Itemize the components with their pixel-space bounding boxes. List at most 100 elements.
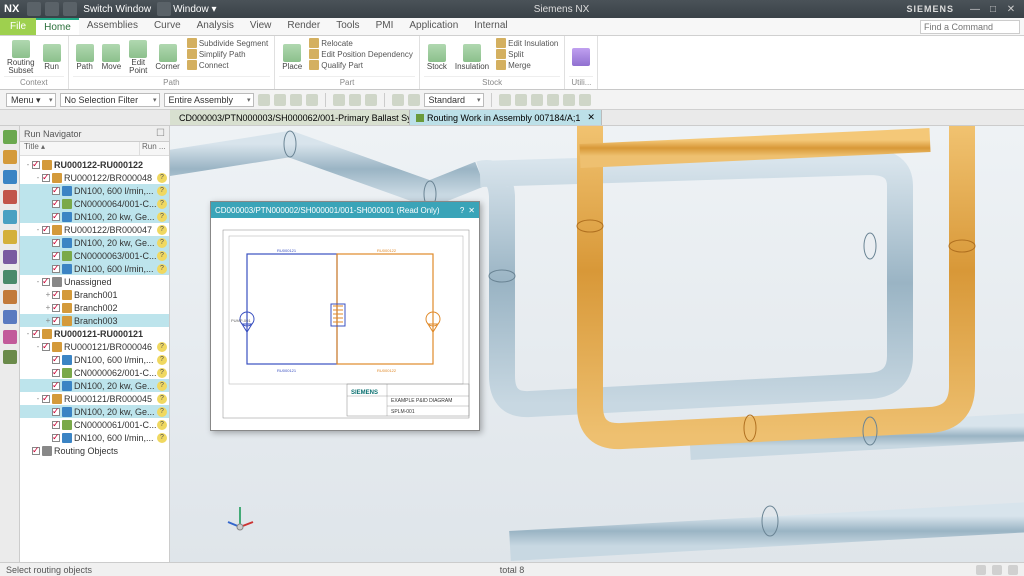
- quickbar-icon[interactable]: [392, 94, 404, 106]
- menu-tab-curve[interactable]: Curve: [146, 18, 189, 35]
- menu-tab-render[interactable]: Render: [279, 18, 328, 35]
- window-menu[interactable]: Window ▾: [173, 4, 216, 15]
- side-tool-icon[interactable]: [3, 310, 17, 324]
- menu-tab-application[interactable]: Application: [401, 18, 466, 35]
- tree-row[interactable]: DN100, 600 l/min,...?: [20, 262, 169, 275]
- tree-row[interactable]: +Branch003: [20, 314, 169, 327]
- ribbon-split-button[interactable]: Split: [494, 49, 560, 59]
- side-tool-icon[interactable]: [3, 190, 17, 204]
- quickbar-icon[interactable]: [290, 94, 302, 106]
- status-icon[interactable]: [1008, 565, 1018, 575]
- ribbon-routing-subset-button[interactable]: Routing Subset: [4, 38, 38, 76]
- menu-tab-analysis[interactable]: Analysis: [189, 18, 242, 35]
- standard-dropdown[interactable]: Standard: [424, 93, 484, 107]
- pid-help-icon[interactable]: ?: [460, 206, 464, 215]
- ribbon-insulation-button[interactable]: Insulation: [452, 38, 492, 76]
- tree-row[interactable]: -RU000121/BR000046?: [20, 340, 169, 353]
- tree-row[interactable]: CN0000061/001-C...?: [20, 418, 169, 431]
- tree-row[interactable]: DN100, 20 kw, Ge...?: [20, 405, 169, 418]
- ribbon-utilities-button[interactable]: [569, 38, 593, 76]
- quickbar-icon[interactable]: [563, 94, 575, 106]
- tree-row[interactable]: -Unassigned: [20, 275, 169, 288]
- tab-close-icon[interactable]: ✕: [587, 112, 595, 123]
- assembly-dropdown[interactable]: Entire Assembly: [164, 93, 254, 107]
- maximize-icon[interactable]: □: [984, 4, 1002, 15]
- tree-row[interactable]: Routing Objects: [20, 444, 169, 457]
- side-tool-icon[interactable]: [3, 350, 17, 364]
- tree-row[interactable]: -RU000122/BR000047?: [20, 223, 169, 236]
- viewport-3d[interactable]: CD000003/PTN000002/SH000001/001-SH000001…: [170, 126, 1024, 562]
- pid-window[interactable]: CD000003/PTN000002/SH000001/001-SH000001…: [210, 201, 480, 431]
- quickbar-icon[interactable]: [579, 94, 591, 106]
- tree-row[interactable]: CN0000062/001-C...?: [20, 366, 169, 379]
- tree-row[interactable]: DN100, 20 kw, Ge...?: [20, 210, 169, 223]
- nav-col-title[interactable]: Title ▴: [20, 142, 139, 155]
- menu-tab-home[interactable]: Home: [36, 18, 79, 35]
- nav-col-run[interactable]: Run ...: [139, 142, 169, 155]
- menu-tab-assemblies[interactable]: Assemblies: [79, 18, 146, 35]
- menu-tab-view[interactable]: View: [242, 18, 280, 35]
- ribbon-corner-button[interactable]: Corner: [152, 38, 182, 76]
- titlebar-icon[interactable]: [63, 2, 77, 16]
- quickbar-icon[interactable]: [547, 94, 559, 106]
- pid-titlebar[interactable]: CD000003/PTN000002/SH000001/001-SH000001…: [211, 202, 479, 218]
- side-tool-icon[interactable]: [3, 130, 17, 144]
- ribbon-move-button[interactable]: Move: [99, 38, 125, 76]
- pid-close-icon[interactable]: ✕: [468, 206, 475, 215]
- tree-row[interactable]: -RU000122/BR000048?: [20, 171, 169, 184]
- view-triad[interactable]: [225, 502, 255, 532]
- tree-row[interactable]: +Branch002: [20, 301, 169, 314]
- minimize-icon[interactable]: —: [966, 4, 984, 15]
- ribbon-stock-button[interactable]: Stock: [424, 38, 450, 76]
- side-tool-icon[interactable]: [3, 210, 17, 224]
- tree-row[interactable]: DN100, 20 kw, Ge...?: [20, 236, 169, 249]
- window-icon[interactable]: [157, 2, 171, 16]
- ribbon-path-button[interactable]: Path: [73, 38, 97, 76]
- tree-row[interactable]: -RU000121-RU000121: [20, 327, 169, 340]
- quickbar-icon[interactable]: [365, 94, 377, 106]
- quickbar-icon[interactable]: [258, 94, 270, 106]
- titlebar-icon[interactable]: [45, 2, 59, 16]
- side-tool-icon[interactable]: [3, 290, 17, 304]
- menu-dropdown[interactable]: Menu ▾: [6, 93, 56, 107]
- ribbon-merge-button[interactable]: Merge: [494, 60, 560, 70]
- tree-row[interactable]: DN100, 600 l/min,...?: [20, 431, 169, 444]
- quickbar-icon[interactable]: [349, 94, 361, 106]
- ribbon-connect-button[interactable]: Connect: [185, 60, 270, 70]
- quickbar-icon[interactable]: [333, 94, 345, 106]
- quickbar-icon[interactable]: [306, 94, 318, 106]
- tree-row[interactable]: +Branch001: [20, 288, 169, 301]
- menu-tab-tools[interactable]: Tools: [328, 18, 367, 35]
- ribbon-place-button[interactable]: Place: [279, 38, 305, 76]
- selection-filter-dropdown[interactable]: No Selection Filter: [60, 93, 160, 107]
- side-tool-icon[interactable]: [3, 230, 17, 244]
- ribbon-qualify-part-button[interactable]: Qualify Part: [307, 60, 415, 70]
- quickbar-icon[interactable]: [408, 94, 420, 106]
- side-tool-icon[interactable]: [3, 170, 17, 184]
- ribbon-relocate-button[interactable]: Relocate: [307, 38, 415, 48]
- ribbon-run-button[interactable]: Run: [40, 38, 64, 76]
- tree-row[interactable]: CN0000063/001-C...?: [20, 249, 169, 262]
- ribbon-subdivide-segment-button[interactable]: Subdivide Segment: [185, 38, 270, 48]
- tree-row[interactable]: -RU000122-RU000122: [20, 158, 169, 171]
- tree-row[interactable]: CN0000064/001-C...?: [20, 197, 169, 210]
- ribbon-simplify-path-button[interactable]: Simplify Path: [185, 49, 270, 59]
- menu-tab-internal[interactable]: Internal: [466, 18, 515, 35]
- side-tool-icon[interactable]: [3, 150, 17, 164]
- titlebar-icon[interactable]: [27, 2, 41, 16]
- status-icon[interactable]: [976, 565, 986, 575]
- quickbar-icon[interactable]: [499, 94, 511, 106]
- quickbar-icon[interactable]: [515, 94, 527, 106]
- ribbon-edit-insulation-button[interactable]: Edit Insulation: [494, 38, 560, 48]
- document-tab[interactable]: Routing Work in Assembly 007184/A;1✕: [410, 110, 602, 125]
- side-tool-icon[interactable]: [3, 330, 17, 344]
- switch-window-menu[interactable]: Switch Window: [83, 4, 151, 15]
- side-tool-icon[interactable]: [3, 250, 17, 264]
- ribbon-edit-point-button[interactable]: Edit Point: [126, 38, 150, 76]
- tree-row[interactable]: DN100, 600 l/min,...?: [20, 353, 169, 366]
- menu-tab-pmi[interactable]: PMI: [368, 18, 402, 35]
- quickbar-icon[interactable]: [531, 94, 543, 106]
- close-icon[interactable]: ✕: [1002, 4, 1020, 15]
- status-icon[interactable]: [992, 565, 1002, 575]
- document-tab[interactable]: CD000003/PTN000003/SH000062/001-Primary …: [170, 110, 410, 125]
